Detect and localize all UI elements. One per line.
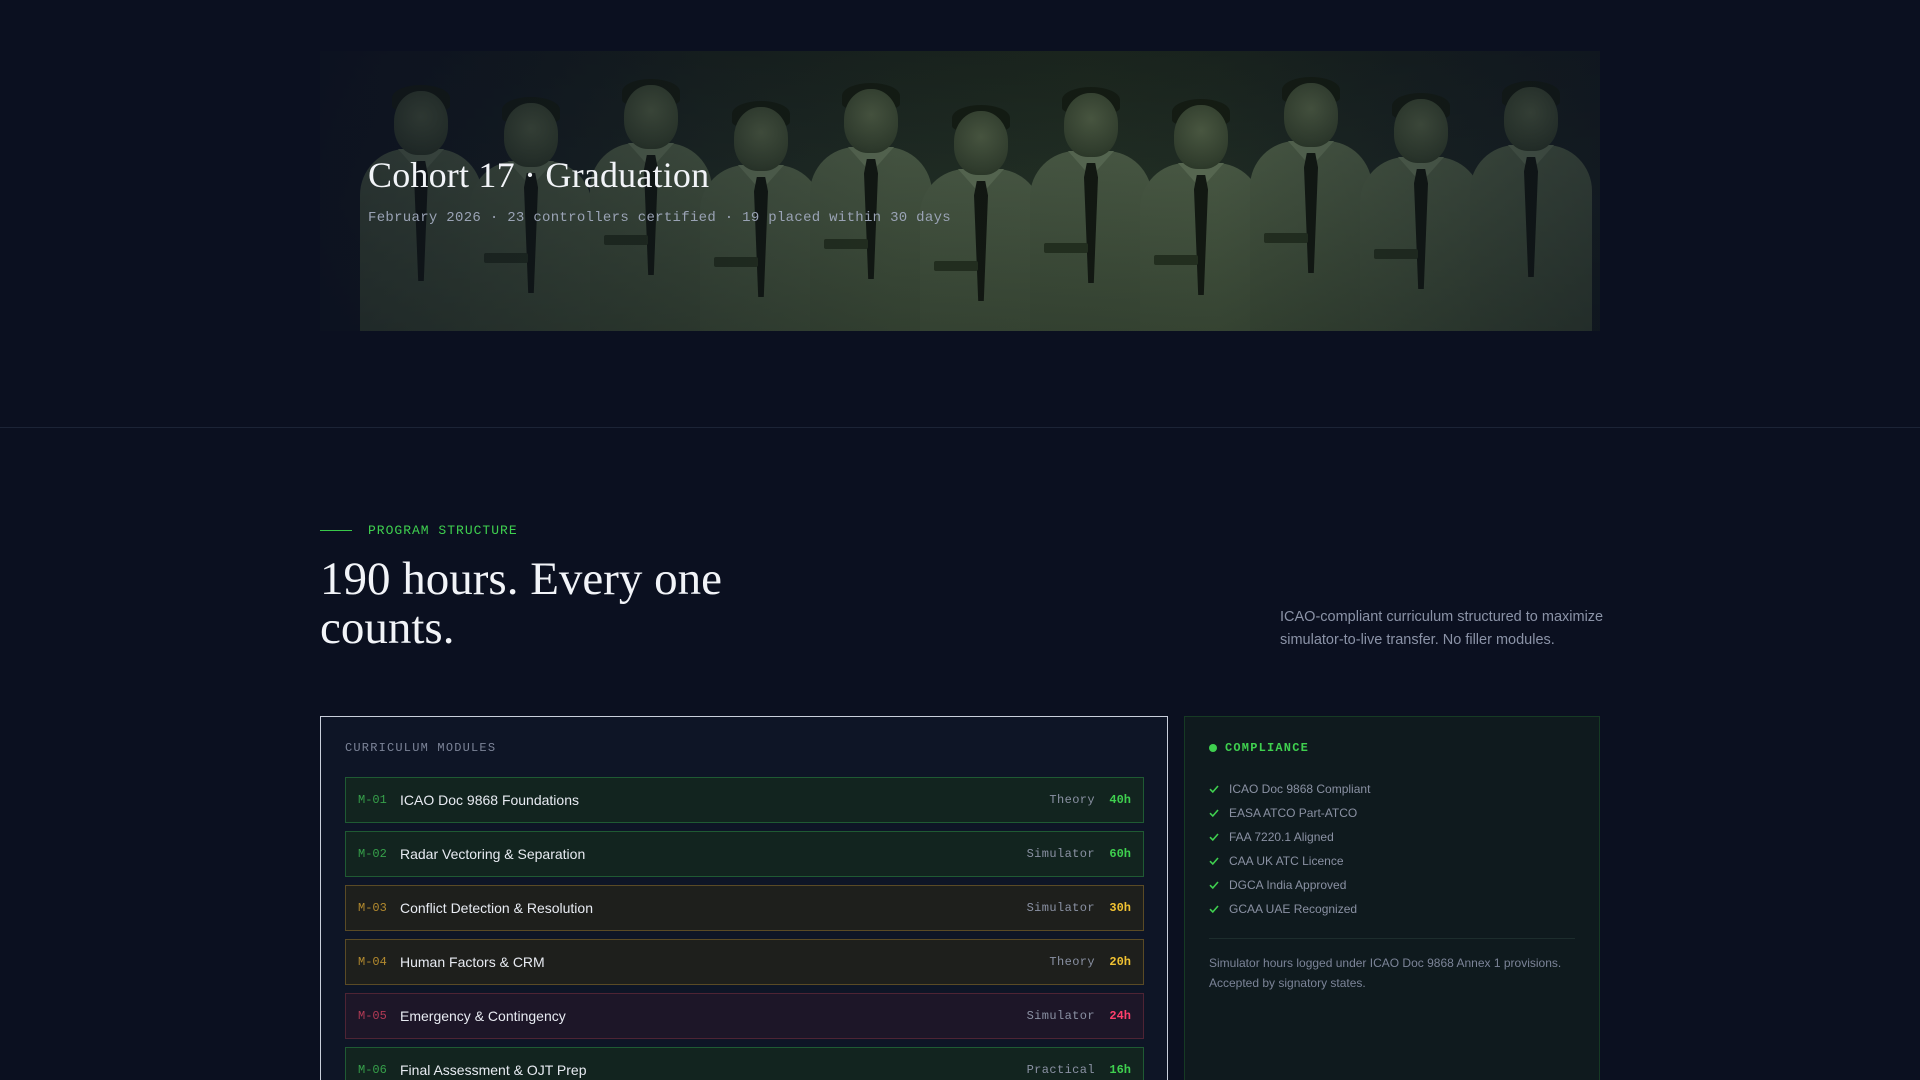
compliance-item-label: GCAA UAE Recognized [1229,902,1358,916]
check-icon [1209,785,1219,794]
module-type: Simulator [1026,901,1095,915]
module-hours: 24h [1109,1009,1131,1023]
compliance-item-label: DGCA India Approved [1229,878,1347,892]
curriculum-label: CURRICULUM MODULES [345,741,497,755]
compliance-item: EASA ATCO Part-ATCO [1209,801,1370,825]
compliance-item: ICAO Doc 9868 Compliant [1209,777,1370,801]
module-row[interactable]: M-03 Conflict Detection & Resolution Sim… [345,885,1144,931]
check-icon [1209,905,1219,914]
curriculum-panel: CURRICULUM MODULES M-01 ICAO Doc 9868 Fo… [320,716,1168,1080]
compliance-item: DGCA India Approved [1209,873,1370,897]
section-eyebrow: PROGRAM STRUCTURE [320,523,518,538]
check-icon [1209,809,1219,818]
section-title: 190 hours. Every one counts. [320,553,723,654]
module-code: M-04 [358,955,387,969]
compliance-item: FAA 7220.1 Aligned [1209,825,1370,849]
page: Cohort 17 · Graduation February 2026 · 2… [0,0,1920,1080]
module-title: Conflict Detection & Resolution [400,900,593,916]
compliance-item-label: ICAO Doc 9868 Compliant [1229,782,1371,796]
module-row[interactable]: M-04 Human Factors & CRM Theory 20h [345,939,1144,985]
module-hours: 20h [1109,955,1131,969]
check-icon [1209,833,1219,842]
module-code: M-02 [358,847,387,861]
module-hours: 60h [1109,847,1131,861]
module-type: Simulator [1026,847,1095,861]
module-title: Emergency & Contingency [400,1008,566,1024]
hero-banner: Cohort 17 · Graduation February 2026 · 2… [320,51,1600,331]
compliance-list: ICAO Doc 9868 Compliant EASA ATCO Part-A… [1209,777,1370,921]
check-icon [1209,857,1219,866]
module-code: M-03 [358,901,387,915]
eyebrow-line [320,530,352,531]
compliance-panel: COMPLIANCE ICAO Doc 9868 Compliant EASA … [1184,716,1600,1080]
module-title: Radar Vectoring & Separation [400,846,586,862]
module-hours: 40h [1109,793,1131,807]
module-title: ICAO Doc 9868 Foundations [400,792,579,808]
compliance-note: Simulator hours logged under ICAO Doc 98… [1209,956,1562,990]
module-title: Human Factors & CRM [400,954,545,970]
status-dot-icon [1209,744,1217,752]
module-code: M-06 [358,1063,387,1077]
module-row[interactable]: M-05 Emergency & Contingency Simulator 2… [345,993,1144,1039]
module-type: Simulator [1026,1009,1095,1023]
module-row[interactable]: M-06 Final Assessment & OJT Prep Practic… [345,1047,1144,1080]
compliance-header: COMPLIANCE [1209,741,1309,755]
hero-subtitle: February 2026 · 23 controllers certified… [368,210,951,226]
compliance-item: GCAA UAE Recognized [1209,897,1370,921]
eyebrow-text: PROGRAM STRUCTURE [368,523,518,538]
module-code: M-01 [358,793,387,807]
module-hours: 16h [1109,1063,1131,1077]
compliance-divider [1209,938,1575,939]
hero-text: Cohort 17 · Graduation February 2026 · 2… [368,154,951,226]
module-type: Theory [1049,955,1095,969]
compliance-item: CAA UK ATC Licence [1209,849,1370,873]
compliance-item-label: FAA 7220.1 Aligned [1229,830,1334,844]
compliance-item-label: CAA UK ATC Licence [1229,854,1344,868]
module-row[interactable]: M-01 ICAO Doc 9868 Foundations Theory 40… [345,777,1144,823]
module-type: Practical [1026,1063,1095,1077]
module-row[interactable]: M-02 Radar Vectoring & Separation Simula… [345,831,1144,877]
section-divider [0,427,1920,428]
compliance-item-label: EASA ATCO Part-ATCO [1229,806,1358,820]
check-icon [1209,881,1219,890]
module-title: Final Assessment & OJT Prep [400,1062,587,1078]
module-code: M-05 [358,1009,387,1023]
hero-title: Cohort 17 · Graduation [368,155,710,195]
compliance-title: COMPLIANCE [1225,741,1310,755]
module-list: M-01 ICAO Doc 9868 Foundations Theory 40… [345,777,1144,1080]
section-description: ICAO-compliant curriculum structured to … [1280,609,1604,648]
module-type: Theory [1049,793,1095,807]
module-hours: 30h [1109,901,1131,915]
